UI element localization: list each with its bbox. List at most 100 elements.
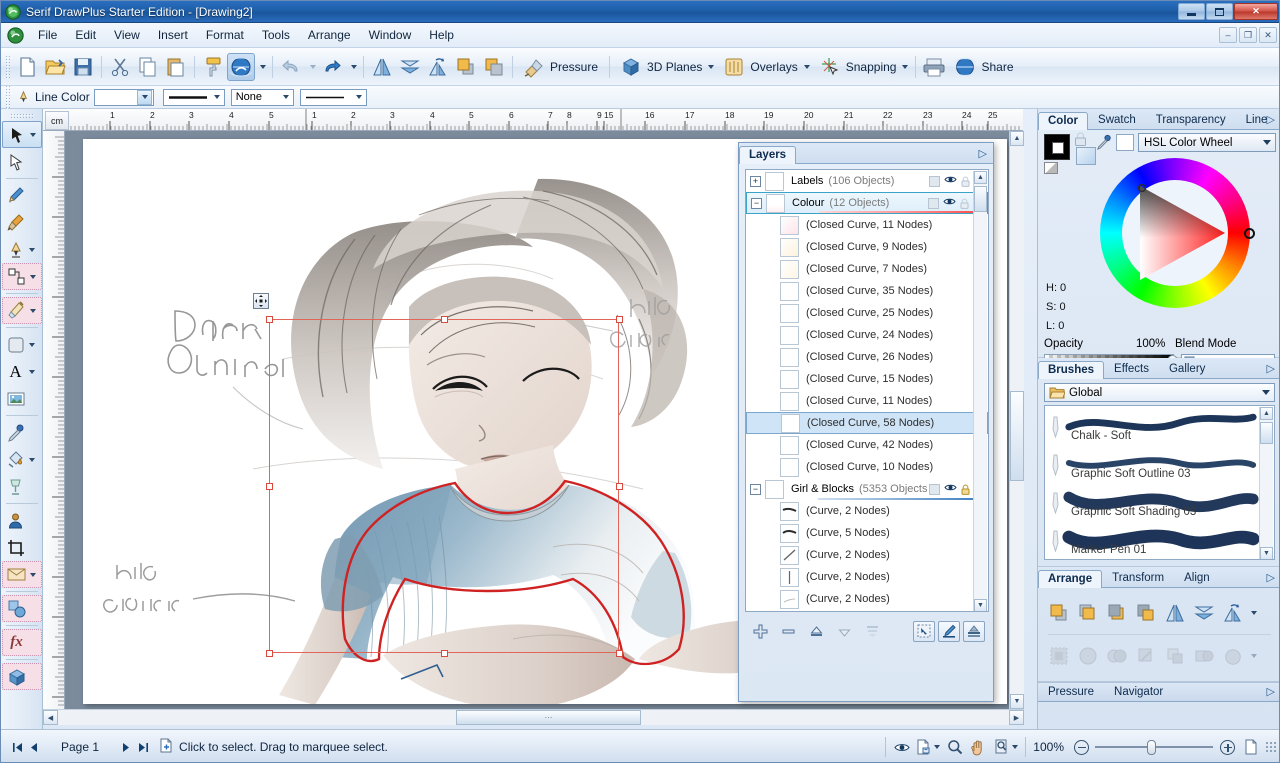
selection-bounding-box[interactable] <box>269 319 619 653</box>
tab-swatch[interactable]: Swatch <box>1088 111 1146 129</box>
brush-category-chevron-down-icon[interactable] <box>1262 390 1270 395</box>
tab-gallery[interactable]: Gallery <box>1159 360 1215 378</box>
layer-item[interactable]: (Closed Curve, 24 Nodes) <box>746 324 988 346</box>
selection-handle-ml[interactable] <box>266 483 273 490</box>
save-button[interactable] <box>69 53 97 81</box>
brush-item[interactable]: Marker Pen 01 <box>1045 520 1258 558</box>
layer-item[interactable]: (Closed Curve, 11 Nodes) <box>746 390 988 412</box>
brush-category-combo[interactable]: Global <box>1044 383 1275 402</box>
send-to-back-button[interactable] <box>480 53 508 81</box>
tool-paintbrush[interactable] <box>2 209 42 236</box>
lock-icon[interactable] <box>961 176 970 187</box>
3d-planes-chevron-down-icon[interactable] <box>708 65 714 69</box>
add-page-icon[interactable] <box>159 738 173 756</box>
selection-handle-tl[interactable] <box>266 316 273 323</box>
brushes-scrollbar[interactable]: ▲ ▼ <box>1259 407 1273 560</box>
line-weight-chevron-down-icon[interactable] <box>356 95 362 99</box>
layers-list[interactable]: + Labels (106 Objects) − Colo <box>745 169 989 612</box>
view-quality-button[interactable] <box>893 739 910 756</box>
tool-node[interactable] <box>2 148 42 175</box>
tool-pointer[interactable] <box>2 121 42 148</box>
menu-window[interactable]: Window <box>360 24 421 46</box>
snapping-chevron-down-icon[interactable] <box>902 65 908 69</box>
layer-item[interactable]: (Closed Curve, 58 Nodes) <box>746 412 988 434</box>
layer-item[interactable]: (Curve, 2 Nodes) <box>746 566 988 588</box>
flip-horizontal-button[interactable] <box>1162 600 1188 626</box>
layer-item[interactable]: (Curve, 5 Nodes) <box>746 522 988 544</box>
tool-flood-fill[interactable] <box>2 446 42 473</box>
subtract-shapes-button[interactable] <box>1133 643 1159 669</box>
selection-handle-bl[interactable] <box>266 650 273 657</box>
color-triangle[interactable] <box>1122 180 1228 286</box>
brushes-scroll-thumb[interactable] <box>1260 422 1273 444</box>
tool-pen[interactable] <box>2 236 42 263</box>
send-to-back-button[interactable] <box>1133 600 1159 626</box>
layer-color-swatch[interactable] <box>928 198 939 209</box>
tab-transform[interactable]: Transform <box>1102 569 1174 587</box>
remove-layer-button[interactable] <box>780 623 797 640</box>
canvas-vertical-scrollbar[interactable]: ▲ ▼ <box>1009 131 1024 709</box>
fit-page-button[interactable] <box>1242 739 1259 756</box>
layer-properties-button[interactable] <box>963 621 985 642</box>
brushes-scroll-down-button[interactable]: ▼ <box>1260 547 1273 560</box>
tool-extrude[interactable] <box>2 663 42 690</box>
tab-effects[interactable]: Effects <box>1104 360 1159 378</box>
layer-item[interactable]: (Closed Curve, 9 Nodes) <box>746 236 988 258</box>
ruler-unit-box[interactable]: cm <box>45 111 69 130</box>
layer-item[interactable]: (Closed Curve, 15 Nodes) <box>746 368 988 390</box>
layer-item[interactable]: (Closed Curve, 7 Nodes) <box>746 258 988 280</box>
brush-item[interactable]: Chalk - Soft <box>1045 406 1258 444</box>
add-layer-button[interactable] <box>752 623 769 640</box>
toolbar-grip[interactable] <box>5 55 10 79</box>
zoom-in-button[interactable] <box>1220 740 1235 755</box>
hsl-color-wheel[interactable] <box>1100 158 1250 308</box>
layer-group-girl-blocks[interactable]: − Girl & Blocks (5353 Objects <box>746 478 988 500</box>
tab-brushes[interactable]: Brushes <box>1038 361 1104 379</box>
tool-envelope[interactable] <box>2 561 42 588</box>
layer-item[interactable]: (Closed Curve, 42 Nodes) <box>746 434 988 456</box>
resize-grip[interactable] <box>1265 741 1277 753</box>
secondary-swatch[interactable] <box>1076 147 1096 165</box>
line-color-swatch-big[interactable] <box>1044 134 1070 160</box>
eyedropper-icon[interactable] <box>1096 134 1112 153</box>
tab-align[interactable]: Align <box>1174 569 1220 587</box>
open-file-button[interactable] <box>41 53 69 81</box>
mdi-restore-button[interactable]: ❐ <box>1239 27 1257 43</box>
tool-transparency[interactable] <box>2 473 42 500</box>
previous-page-button[interactable] <box>26 739 43 756</box>
color-mode-combo[interactable]: HSL Color Wheel <box>1138 133 1276 152</box>
layer-item[interactable]: (Closed Curve, 10 Nodes) <box>746 456 988 478</box>
selection-handle-mr[interactable] <box>616 483 623 490</box>
line-toolbar-grip[interactable] <box>5 85 10 109</box>
eye-icon[interactable] <box>944 175 957 187</box>
scroll-right-button[interactable]: ▶ <box>1009 710 1024 725</box>
intersect-shapes-button[interactable] <box>1162 643 1188 669</box>
tool-effects[interactable]: fx <box>2 629 42 656</box>
layer-item[interactable]: (Closed Curve, 26 Nodes) <box>746 346 988 368</box>
line-style-chevron-down-icon[interactable] <box>214 95 220 99</box>
next-page-button[interactable] <box>117 739 134 756</box>
default-colors-swatch[interactable] <box>1044 162 1058 174</box>
last-page-button[interactable] <box>134 739 151 756</box>
expander-girl-blocks[interactable]: − <box>750 484 761 495</box>
lock-icon[interactable] <box>961 484 970 495</box>
menu-insert[interactable]: Insert <box>149 24 197 46</box>
close-button[interactable]: ✕ <box>1234 3 1278 20</box>
layer-item[interactable]: (Closed Curve, 25 Nodes) <box>746 302 988 324</box>
zoom-preset-chevron-down-icon[interactable] <box>1012 745 1018 749</box>
maximize-button[interactable] <box>1206 3 1233 20</box>
print-button[interactable] <box>920 53 948 81</box>
tool-blend[interactable] <box>2 595 42 622</box>
divide-shapes-button[interactable] <box>1220 643 1246 669</box>
move-layer-down-button[interactable] <box>836 623 853 640</box>
paste-button[interactable] <box>162 53 190 81</box>
hue-marker[interactable] <box>1244 228 1255 239</box>
arrow-style-combo[interactable]: None <box>231 89 294 106</box>
eye-icon[interactable] <box>944 483 957 495</box>
tool-quickshape[interactable] <box>2 331 42 358</box>
tool-text[interactable]: A <box>2 358 42 385</box>
tab-navigator[interactable]: Navigator <box>1104 683 1173 701</box>
flip-vertical-button[interactable] <box>1191 600 1217 626</box>
selection-handle-br[interactable] <box>616 650 623 657</box>
ungroup-button[interactable] <box>1075 643 1101 669</box>
